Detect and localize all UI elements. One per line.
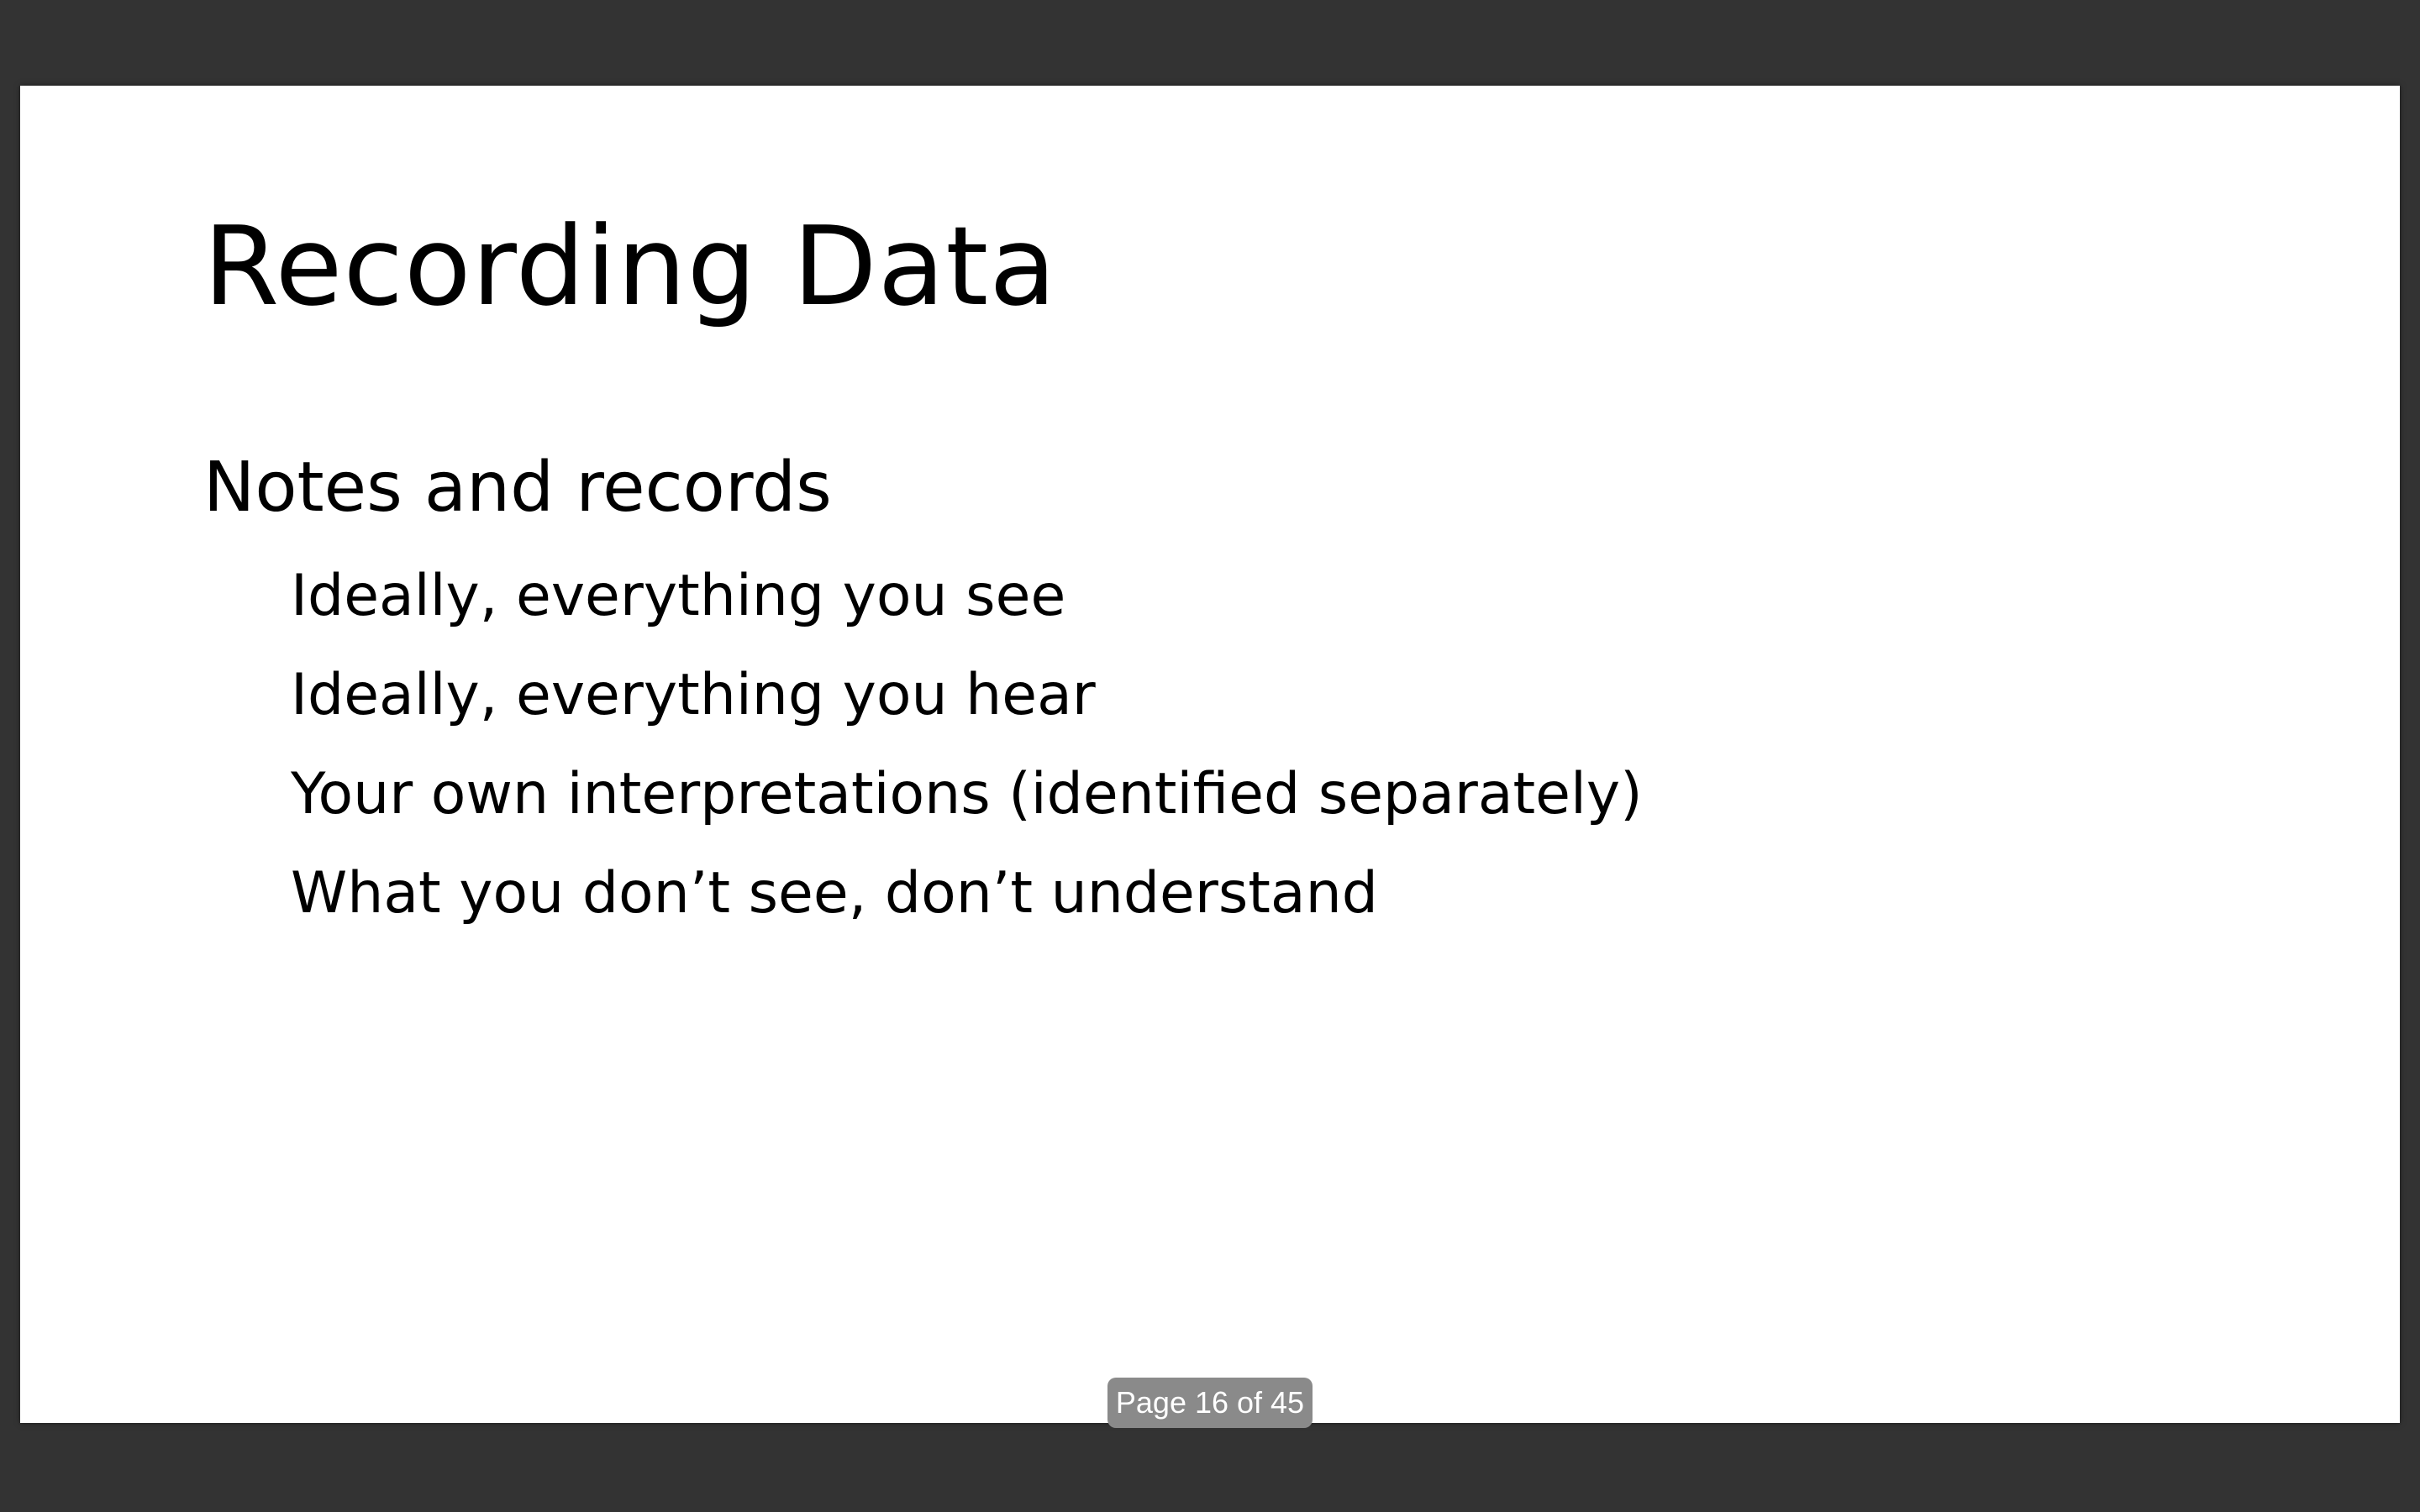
bullet-list: Ideally, everything you see Ideally, eve… — [291, 568, 1643, 964]
slide-page[interactable]: Recording Data Notes and records Ideally… — [20, 86, 2400, 1423]
bullet-item: Your own interpretations (identified sep… — [291, 761, 1643, 827]
slide-title: Recording Data — [203, 202, 1057, 330]
slide-heading: Notes and records — [203, 448, 832, 528]
page-indicator: Page 16 of 45 — [1107, 1378, 1313, 1428]
presentation-viewer: Recording Data Notes and records Ideally… — [0, 0, 2420, 1512]
bullet-item: Ideally, everything you hear — [291, 662, 1096, 728]
bullet-item: What you don’t see, don’t understand — [291, 860, 1378, 927]
bullet-item: Ideally, everything you see — [291, 563, 1066, 629]
